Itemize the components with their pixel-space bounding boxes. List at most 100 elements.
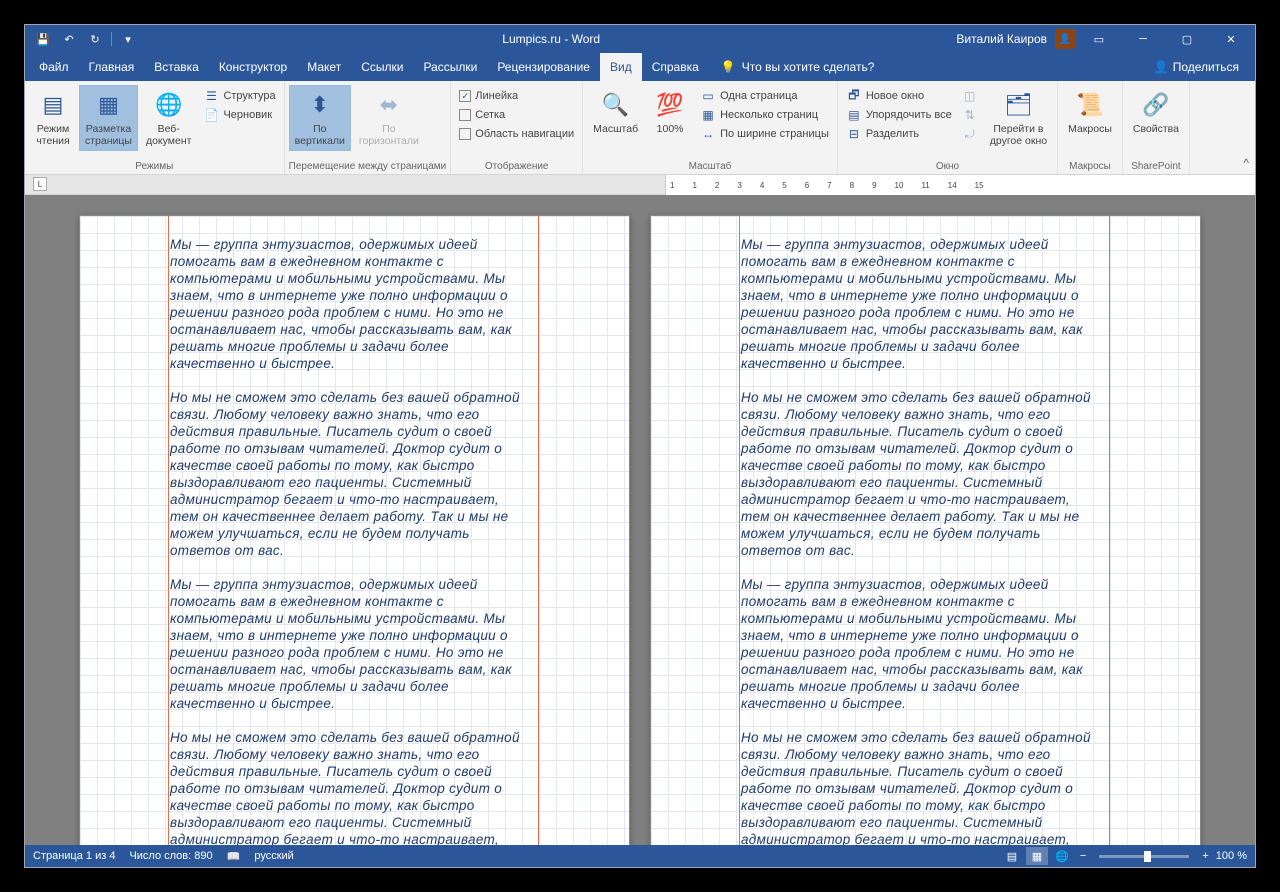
page-1[interactable]: Мы — группа энтузиастов, одержимых идеей…: [79, 215, 630, 845]
draft-button[interactable]: 📄Черновик: [203, 106, 275, 124]
maximize-button[interactable]: ▢: [1167, 25, 1207, 53]
switch-windows-button[interactable]: 🗂Перейти в другое окно: [984, 85, 1053, 151]
ribbon-display-options-icon[interactable]: ▭: [1079, 25, 1119, 53]
tab-mailings[interactable]: Рассылки: [413, 53, 487, 81]
quick-access-toolbar: 💾 ↶ ↻ ▾: [25, 29, 146, 49]
print-layout-icon: ▦: [92, 89, 124, 121]
tab-design[interactable]: Конструктор: [209, 53, 297, 81]
hundred-icon: 💯: [654, 89, 686, 121]
ruler-mark: 1: [692, 181, 696, 190]
ruler-checkbox[interactable]: ✓Линейка: [459, 87, 574, 105]
paragraph: Но мы не сможем это сделать без вашей об…: [741, 389, 1100, 559]
tab-file[interactable]: Файл: [29, 53, 79, 81]
zoom-level[interactable]: 100 %: [1216, 850, 1247, 862]
sync-scroll-button[interactable]: ⇅: [962, 106, 978, 124]
ruler-mark: 9: [872, 181, 876, 190]
zoom-icon: 🔍: [600, 89, 632, 121]
tab-review[interactable]: Рецензирование: [487, 53, 600, 81]
tab-references[interactable]: Ссылки: [351, 53, 413, 81]
reset-window-button[interactable]: ⤾: [962, 125, 978, 143]
tab-help[interactable]: Справка: [642, 53, 709, 81]
split-label: Разделить: [866, 128, 919, 140]
paragraph: Мы — группа энтузиастов, одержимых идеей…: [741, 576, 1100, 712]
reset-window-icon: ⤾: [962, 126, 978, 142]
outline-button[interactable]: ☰Структура: [203, 87, 275, 105]
arrange-all-button[interactable]: ▤Упорядочить все: [846, 106, 952, 124]
zoom-slider[interactable]: [1099, 855, 1189, 858]
paragraph: Мы — группа энтузиастов, одержимых идеей…: [170, 236, 529, 372]
page-2[interactable]: Мы — группа энтузиастов, одержимых идеей…: [650, 215, 1201, 845]
group-window: 🗗Новое окно ▤Упорядочить все ⊟Разделить …: [838, 81, 1058, 174]
read-view-icon[interactable]: ▤: [1001, 847, 1023, 865]
new-window-label: Новое окно: [866, 90, 924, 102]
page-width-button[interactable]: ↔ По ширине страницы: [700, 125, 829, 143]
macros-icon: 📜: [1074, 89, 1106, 121]
ruler-corner[interactable]: L: [33, 177, 47, 191]
document-text[interactable]: Мы — группа энтузиастов, одержимых идеей…: [741, 236, 1200, 845]
tab-insert[interactable]: Вставка: [144, 53, 209, 81]
save-icon[interactable]: 💾: [33, 29, 53, 49]
document-title: Lumpics.ru - Word: [146, 32, 956, 46]
properties-button[interactable]: 🔗Свойства: [1127, 85, 1185, 139]
document-text[interactable]: Мы — группа энтузиастов, одержимых идеей…: [170, 236, 629, 845]
qat-customize-icon[interactable]: ▾: [118, 29, 138, 49]
split-button[interactable]: ⊟ Разделить: [846, 125, 952, 143]
grid-checkbox[interactable]: Сетка: [459, 106, 574, 124]
document-area[interactable]: Мы — группа энтузиастов, одержимых идеей…: [25, 195, 1255, 845]
share-icon: 👤: [1154, 60, 1169, 74]
user-avatar[interactable]: 👤: [1055, 29, 1075, 49]
tell-me-label: Что вы хотите сделать?: [742, 60, 875, 74]
split-icon: ⊟: [846, 126, 862, 142]
hundred-button[interactable]: 💯100%: [646, 85, 694, 139]
paragraph: Но мы не сможем это сделать без вашей об…: [170, 389, 529, 559]
one-page-label: Одна страница: [720, 90, 797, 102]
zoom-thumb[interactable]: [1144, 851, 1151, 862]
print-layout-button[interactable]: ▦Разметка страницы: [79, 85, 138, 151]
web-layout-button[interactable]: 🌐Веб- документ: [140, 85, 197, 151]
undo-icon[interactable]: ↶: [59, 29, 79, 49]
page-status[interactable]: Страница 1 из 4: [33, 850, 115, 862]
ruler-mark: 4: [760, 181, 764, 190]
zoom-out-button[interactable]: −: [1076, 850, 1090, 862]
tell-me-search[interactable]: 💡 Что вы хотите сделать?: [721, 60, 875, 74]
collapse-ribbon-icon[interactable]: ^: [1243, 156, 1249, 170]
vertical-button[interactable]: ⬍По вертикали: [289, 85, 351, 151]
group-macros-title: Макросы: [1062, 159, 1118, 174]
ruler-mark: 14: [948, 181, 957, 190]
share-button[interactable]: 👤 Поделиться: [1142, 60, 1251, 74]
nav-checkbox[interactable]: Область навигации: [459, 125, 574, 143]
word-count[interactable]: Число слов: 890: [129, 850, 212, 862]
zoom-in-button[interactable]: +: [1198, 850, 1212, 862]
title-right: Виталий Каиров 👤 ▭ ─ ▢ ✕: [956, 25, 1255, 53]
paragraph: Но мы не сможем это сделать без вашей об…: [170, 729, 529, 845]
print-view-icon[interactable]: ▦: [1026, 847, 1048, 865]
web-layout-icon: 🌐: [153, 89, 185, 121]
margin-line: [168, 216, 169, 845]
web-view-icon[interactable]: 🌐: [1051, 847, 1073, 865]
group-zoom: 🔍Масштаб 💯100% ▭Одна страница ▦Несколько…: [583, 81, 838, 174]
new-window-button[interactable]: 🗗Новое окно: [846, 87, 952, 105]
minimize-button[interactable]: ─: [1123, 25, 1163, 53]
side-by-side-button[interactable]: ◫: [962, 87, 978, 105]
tab-home[interactable]: Главная: [79, 53, 145, 81]
redo-icon[interactable]: ↻: [85, 29, 105, 49]
read-mode-button[interactable]: ▤Режим чтения: [29, 85, 77, 151]
horizontal-button[interactable]: ⬌По горизонтали: [353, 85, 425, 151]
page-width-label: По ширине страницы: [720, 128, 829, 140]
one-page-button[interactable]: ▭Одна страница: [700, 87, 829, 105]
page-width-icon: ↔: [700, 126, 716, 142]
language-status[interactable]: русский: [254, 850, 293, 862]
checkbox-icon: ✓: [459, 90, 471, 102]
ruler-mark: 11: [921, 181, 929, 190]
macros-button[interactable]: 📜 Макросы: [1062, 85, 1118, 139]
tab-layout[interactable]: Макет: [297, 53, 351, 81]
tab-view[interactable]: Вид: [600, 53, 642, 81]
close-button[interactable]: ✕: [1211, 25, 1251, 53]
horizontal-ruler[interactable]: 1 1 2 3 4 5 6 7 8 9 10 11 14 15: [665, 175, 1255, 195]
switch-windows-icon: 🗂: [1002, 89, 1034, 121]
macros-label: Макросы: [1068, 123, 1112, 135]
spell-check-icon[interactable]: 📖: [227, 850, 241, 863]
zoom-button[interactable]: 🔍Масштаб: [587, 85, 644, 139]
multi-page-button[interactable]: ▦Несколько страниц: [700, 106, 829, 124]
group-sharepoint: 🔗Свойства SharePoint: [1123, 81, 1190, 174]
